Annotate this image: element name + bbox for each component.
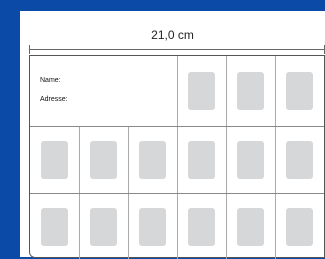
card-slot — [286, 141, 313, 179]
column-divider — [226, 127, 227, 193]
card-slot — [188, 72, 215, 110]
card-slot — [41, 141, 68, 179]
width-dimension-label: 21,0 cm — [151, 28, 194, 42]
column-divider — [226, 56, 227, 126]
column-divider — [177, 194, 178, 259]
column-divider — [275, 56, 276, 126]
slot-grid: Name: Adresse: — [29, 55, 325, 259]
card-slot — [188, 141, 215, 179]
column-divider — [79, 194, 80, 259]
card-slot — [237, 207, 264, 246]
column-divider — [177, 127, 178, 193]
card-slot — [139, 207, 166, 246]
column-divider — [275, 194, 276, 259]
card-slot — [286, 72, 313, 110]
card-slot — [286, 207, 313, 246]
width-dimension-line — [29, 49, 325, 50]
column-divider — [128, 127, 129, 193]
card-slot — [139, 141, 166, 179]
column-divider — [275, 127, 276, 193]
paper-sheet: 21,0 cm Name: Adresse: — [20, 11, 325, 259]
column-divider — [79, 127, 80, 193]
card-slot — [41, 207, 68, 246]
column-divider — [128, 194, 129, 259]
column-divider — [226, 194, 227, 259]
dimension-tick-left — [29, 45, 30, 54]
card-slot — [237, 141, 264, 179]
address-label: Adresse: — [40, 96, 68, 103]
card-slot — [188, 207, 215, 246]
card-slot — [90, 207, 117, 246]
card-slot — [90, 141, 117, 179]
card-slot — [237, 72, 264, 110]
name-label: Name: — [40, 77, 61, 84]
column-divider — [177, 56, 178, 126]
